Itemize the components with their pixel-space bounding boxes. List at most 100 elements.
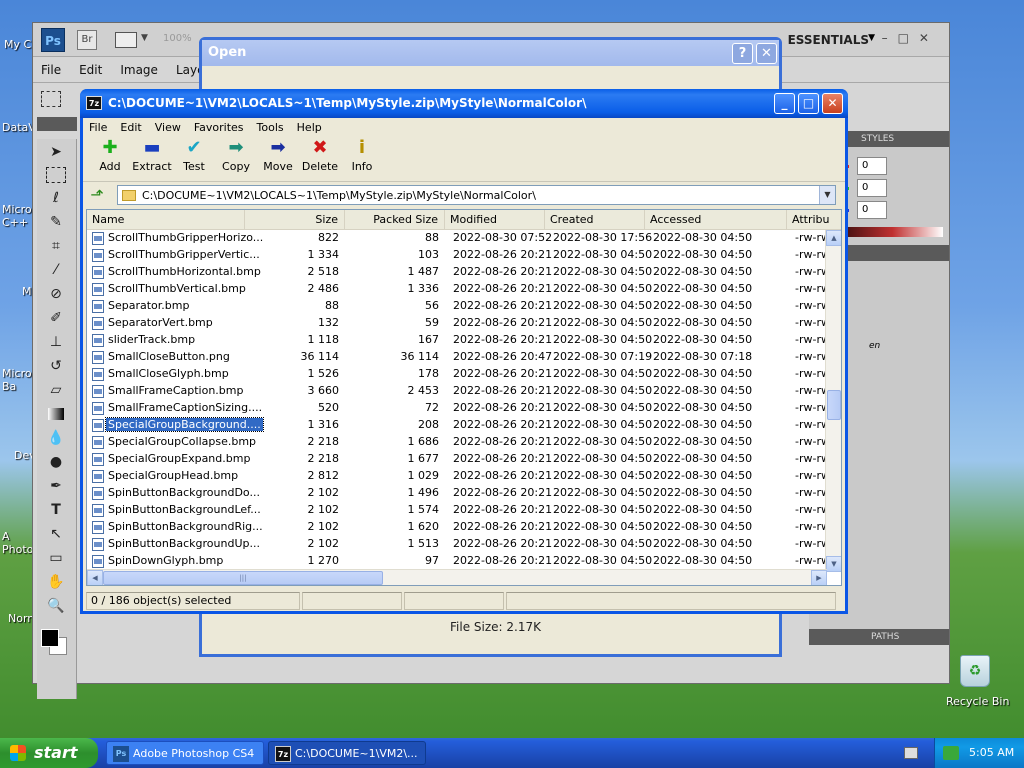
column-accessed[interactable]: Accessed bbox=[645, 210, 787, 230]
table-row[interactable]: SmallFrameCaptionSizing.... 520 72 2022-08-… bbox=[87, 400, 834, 417]
desktop-icon-microsoft-cpp[interactable]: Micros C++ bbox=[2, 203, 37, 229]
taskbar-photoshop[interactable]: Ps Adobe Photoshop CS4 bbox=[106, 741, 264, 765]
blue-value-input[interactable]: 0 bbox=[857, 201, 887, 219]
close-button[interactable]: ✕ bbox=[822, 93, 843, 114]
maximize-button[interactable]: □ bbox=[798, 93, 819, 114]
zoom-tool-icon[interactable]: 🔍 bbox=[42, 595, 70, 617]
toolbar-copy-button[interactable]: ➡ Copy bbox=[215, 136, 257, 173]
recycle-bin-icon[interactable]: ♻ bbox=[960, 655, 990, 687]
table-row[interactable]: Separator.bmp 88 56 2022-08-26 20:21 2022-08… bbox=[87, 298, 834, 315]
menu-help[interactable]: Help bbox=[297, 121, 322, 134]
start-button[interactable]: start bbox=[0, 738, 98, 768]
paths-panel-tab[interactable]: PATHS bbox=[809, 629, 949, 645]
eyedropper-tool-icon[interactable]: ⁄ bbox=[42, 259, 70, 281]
table-row[interactable]: SmallCloseGlyph.bmp 1 526 178 2022-08-26 20… bbox=[87, 366, 834, 383]
bridge-button[interactable]: Br bbox=[77, 30, 97, 50]
lasso-tool-icon[interactable]: ℓ bbox=[42, 187, 70, 209]
address-input[interactable]: C:\DOCUME~1\VM2\LOCALS~1\Temp\MyStyle.zi… bbox=[117, 185, 836, 205]
blur-tool-icon[interactable]: 💧 bbox=[42, 427, 70, 449]
dodge-tool-icon[interactable]: ● bbox=[42, 451, 70, 473]
table-row[interactable]: SpecialGroupExpand.bmp 2 218 1 677 2022-08-… bbox=[87, 451, 834, 468]
table-row[interactable]: ScrollThumbGripperVertic... 1 334 103 2022-… bbox=[87, 247, 834, 264]
table-row[interactable]: SpinButtonBackgroundLef... 2 102 1 574 2022… bbox=[87, 502, 834, 519]
hand-tool-icon[interactable]: ✋ bbox=[42, 571, 70, 593]
workspace-chevron-icon[interactable]: ▼ bbox=[868, 33, 875, 43]
stamp-tool-icon[interactable]: ⊥ bbox=[42, 331, 70, 353]
table-row[interactable]: sliderTrack.bmp 1 118 167 2022-08-26 20:21 2… bbox=[87, 332, 834, 349]
table-row[interactable]: SmallCloseButton.png 36 114 36 114 2022-08-… bbox=[87, 349, 834, 366]
eraser-tool-icon[interactable]: ▱ bbox=[42, 379, 70, 401]
column-name[interactable]: Name bbox=[87, 210, 245, 230]
menu-file[interactable]: File bbox=[89, 121, 107, 134]
table-row[interactable]: SpecialGroupCollapse.bmp 2 218 1 686 2022-0… bbox=[87, 434, 834, 451]
table-row[interactable]: SpinDownGlyph.bmp 1 270 97 2022-08-26 20:21… bbox=[87, 553, 834, 570]
toolbar-test-button[interactable]: ✔ Test bbox=[173, 136, 215, 173]
horizontal-scroll-thumb[interactable]: ||| bbox=[103, 571, 383, 585]
type-tool-icon[interactable]: T bbox=[42, 499, 70, 521]
toolbar-move-button[interactable]: ➡ Move bbox=[257, 136, 299, 173]
brush-tool-icon[interactable]: ✐ bbox=[42, 307, 70, 329]
table-row[interactable]: SmallFrameCaption.bmp 3 660 2 453 2022-08-2… bbox=[87, 383, 834, 400]
table-row[interactable]: SpinButtonBackgroundDo... 2 102 1 496 2022-… bbox=[87, 485, 834, 502]
folder-up-icon[interactable]: ⬏ bbox=[87, 185, 107, 205]
zoom-level[interactable]: 100% bbox=[163, 33, 192, 44]
horizontal-scrollbar[interactable]: ◀ ||| ▶ bbox=[87, 569, 827, 585]
scroll-down-icon[interactable]: ▼ bbox=[826, 556, 841, 572]
marquee-tool-icon[interactable] bbox=[46, 167, 66, 183]
open-dialog-close-button[interactable]: ✕ bbox=[756, 43, 777, 64]
toolbar-add-button[interactable]: ✚ Add bbox=[89, 136, 131, 173]
column-size[interactable]: Size bbox=[245, 210, 345, 230]
table-row[interactable]: ScrollThumbHorizontal.bmp 2 518 1 487 2022-… bbox=[87, 264, 834, 281]
scroll-right-icon[interactable]: ▶ bbox=[811, 570, 827, 585]
menu-tools[interactable]: Tools bbox=[257, 121, 284, 134]
path-select-tool-icon[interactable]: ↖ bbox=[42, 523, 70, 545]
ps-menu-edit[interactable]: Edit bbox=[79, 63, 102, 77]
desktop-icon-m[interactable]: M bbox=[22, 285, 32, 298]
green-value-input[interactable]: 0 bbox=[857, 179, 887, 197]
desktop-icon-datav[interactable]: DataV bbox=[2, 121, 36, 134]
column-packed-size[interactable]: Packed Size bbox=[345, 210, 445, 230]
desktop-icon-adobe-photoshop[interactable]: A Photo bbox=[2, 530, 33, 556]
taskbar-7zip[interactable]: 7z C:\DOCUME~1\VM2\... bbox=[268, 741, 426, 765]
scroll-left-icon[interactable]: ◀ bbox=[87, 570, 103, 585]
view-extras-icon[interactable] bbox=[115, 32, 137, 48]
desktop-icon-microsoft-basic[interactable]: Micros Ba bbox=[2, 367, 37, 393]
move-tool-icon[interactable]: ➤ bbox=[42, 141, 70, 163]
table-row[interactable]: ScrollThumbGripperHorizo... 822 88 2022-08-… bbox=[87, 230, 834, 247]
keyboard-tray-icon[interactable] bbox=[904, 747, 918, 759]
ps-menu-file[interactable]: File bbox=[41, 63, 61, 77]
menu-favorites[interactable]: Favorites bbox=[194, 121, 244, 134]
toolbar-extract-button[interactable]: ▬ Extract bbox=[131, 136, 173, 173]
clock[interactable]: 5:05 AM bbox=[969, 746, 1014, 759]
crop-tool-icon[interactable]: ⌗ bbox=[42, 235, 70, 257]
column-created[interactable]: Created bbox=[545, 210, 645, 230]
toolbar-delete-button[interactable]: ✖ Delete bbox=[299, 136, 341, 173]
healing-tool-icon[interactable]: ⊘ bbox=[42, 283, 70, 305]
chevron-down-icon[interactable]: ▼ bbox=[141, 33, 148, 43]
photoshop-window-controls[interactable]: –□✕ bbox=[882, 31, 939, 45]
help-button[interactable]: ? bbox=[732, 43, 753, 64]
address-dropdown-icon[interactable]: ▼ bbox=[819, 186, 835, 204]
column-modified[interactable]: Modified bbox=[445, 210, 545, 230]
ps-menu-image[interactable]: Image bbox=[120, 63, 158, 77]
toolbar-info-button[interactable]: i Info bbox=[341, 136, 383, 173]
column-attributes[interactable]: Attribu bbox=[787, 210, 841, 230]
foreground-color-swatch[interactable] bbox=[41, 629, 59, 647]
gradient-tool-icon[interactable] bbox=[42, 403, 70, 425]
minimize-button[interactable]: _ bbox=[774, 93, 795, 114]
table-row[interactable]: SeparatorVert.bmp 132 59 2022-08-26 20:21 20… bbox=[87, 315, 834, 332]
color-swatches[interactable] bbox=[37, 619, 76, 659]
vertical-scroll-thumb[interactable] bbox=[827, 390, 841, 420]
menu-view[interactable]: View bbox=[155, 121, 181, 134]
history-brush-tool-icon[interactable]: ↺ bbox=[42, 355, 70, 377]
table-row[interactable]: ScrollThumbVertical.bmp 2 486 1 336 2022-08… bbox=[87, 281, 834, 298]
table-row[interactable]: SpecialGroupBackground.... 1 316 208 2022-0… bbox=[87, 417, 834, 434]
menu-edit[interactable]: Edit bbox=[120, 121, 141, 134]
table-row[interactable]: SpinButtonBackgroundRig... 2 102 1 620 2022… bbox=[87, 519, 834, 536]
scroll-up-icon[interactable]: ▲ bbox=[826, 230, 841, 246]
table-row[interactable]: SpecialGroupHead.bmp 2 812 1 029 2022-08-26… bbox=[87, 468, 834, 485]
options-marquee-icon[interactable] bbox=[41, 91, 61, 107]
red-value-input[interactable]: 0 bbox=[857, 157, 887, 175]
shape-tool-icon[interactable]: ▭ bbox=[42, 547, 70, 569]
desktop-icon-my-computer[interactable]: My C bbox=[4, 38, 31, 51]
